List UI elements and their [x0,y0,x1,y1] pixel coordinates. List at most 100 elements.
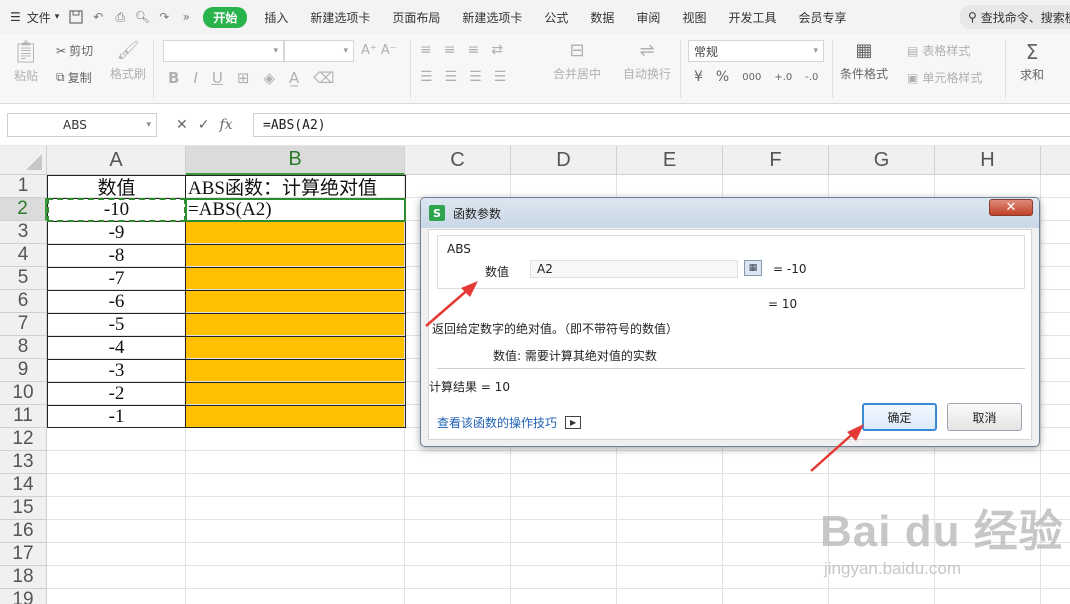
cancel-button[interactable]: 取消 [947,403,1022,431]
row-header-9[interactable]: 9 [0,359,47,382]
name-box[interactable]: ABS ▾ [7,113,157,137]
command-search[interactable]: ⚲ 查找命令、搜索模板 [960,5,1070,29]
tab-developer[interactable]: 开发工具 [717,9,787,26]
cell-a10[interactable]: -2 [48,382,185,405]
cell-a9[interactable]: -3 [48,359,185,382]
header-cell-a1[interactable]: 数值 [48,175,185,198]
range-select-button[interactable]: ▦ [744,260,762,276]
decrease-decimal-icon[interactable]: -.0 [805,72,818,83]
table-style-button[interactable]: ▤ 表格样式 [907,42,970,59]
sum-button[interactable]: Σ 求和 [1020,40,1044,83]
copy-button[interactable]: ⧉ 复制 [56,69,92,86]
row-header-11[interactable]: 11 [0,405,47,428]
file-menu[interactable]: ☰ 文件 ▾ [0,9,65,26]
align-center-icon[interactable]: ☰ [445,69,458,85]
number-format-select[interactable]: 常规 ▾ [688,40,824,62]
paste-button[interactable]: 📋︎ 粘贴 [12,40,40,84]
orientation-icon[interactable]: ⇄ [491,42,503,58]
row-header-8[interactable]: 8 [0,336,47,359]
tab-formulas[interactable]: 公式 [533,9,579,26]
row-header-5[interactable]: 5 [0,267,47,290]
fill-color-icon[interactable]: ◈ [263,69,275,87]
confirm-icon[interactable]: ✓ [198,117,210,133]
row-header-1[interactable]: 1 [0,175,47,198]
cell-style-button[interactable]: ▣ 单元格样式 [907,69,982,86]
underline-button[interactable]: U [212,69,223,87]
cut-button[interactable]: ✂ 剪切 [56,42,93,59]
row-header-12[interactable]: 12 [0,428,47,451]
border-icon[interactable]: ⊞ [237,69,250,87]
row-header-7[interactable]: 7 [0,313,47,336]
cancel-icon[interactable]: ✕ [176,117,188,133]
column-header-partial[interactable] [1041,146,1070,175]
column-header-c[interactable]: C [405,146,511,175]
preview-icon[interactable]: 🔍︎ [133,8,151,26]
print-icon[interactable]: ⎙ [111,8,129,26]
argument-input[interactable]: A2 [530,260,738,278]
tab-new-1[interactable]: 新建选项卡 [299,9,381,26]
cell-a2[interactable]: -10 [48,198,185,221]
column-header-e[interactable]: E [617,146,723,175]
formula-input[interactable]: =ABS(A2) [253,113,1070,137]
row-header-16[interactable]: 16 [0,520,47,543]
column-header-f[interactable]: F [723,146,829,175]
align-top-icon[interactable]: ≡ [420,42,432,58]
align-bottom-icon[interactable]: ≡ [467,42,479,58]
currency-button[interactable]: ¥ [694,69,703,85]
increase-decimal-icon[interactable]: +.0 [774,72,792,83]
tab-home[interactable]: 开始 [203,6,248,28]
cell-a6[interactable]: -6 [48,290,185,313]
row-header-14[interactable]: 14 [0,474,47,497]
font-grow-icon[interactable]: A⁺ A⁻ [361,43,397,58]
align-right-icon[interactable]: ☰ [469,69,482,85]
column-header-a[interactable]: A [47,146,186,175]
font-size-select[interactable]: ▾ [284,40,354,62]
tab-review[interactable]: 审阅 [625,9,671,26]
cell-a11[interactable]: -1 [48,405,185,428]
tab-page-layout[interactable]: 页面布局 [381,9,451,26]
row-header-2[interactable]: 2 [0,198,47,221]
tab-insert[interactable]: 插入 [253,9,299,26]
thousands-icon[interactable]: 000 [742,72,761,83]
row-header-17[interactable]: 17 [0,543,47,566]
tab-member[interactable]: 会员专享 [787,9,857,26]
merge-center-button[interactable]: ⊟ 合并居中 [553,40,601,82]
cell-a7[interactable]: -5 [48,313,185,336]
column-header-g[interactable]: G [829,146,935,175]
cell-b2[interactable]: =ABS(A2) [188,198,404,221]
column-header-h[interactable]: H [935,146,1041,175]
help-link[interactable]: 查看该函数的操作技巧 ▶ [437,414,582,431]
dialog-titlebar[interactable]: S 函数参数 ✕ [421,198,1039,228]
italic-button[interactable]: I [193,69,197,87]
row-header-13[interactable]: 13 [0,451,47,474]
align-middle-icon[interactable]: ≡ [444,42,456,58]
close-button[interactable]: ✕ [989,199,1033,216]
tab-data[interactable]: 数据 [579,9,625,26]
row-header-6[interactable]: 6 [0,290,47,313]
row-header-10[interactable]: 10 [0,382,47,405]
conditional-format-button[interactable]: ▦ 条件格式 [840,40,888,82]
tab-new-2[interactable]: 新建选项卡 [451,9,533,26]
column-header-b[interactable]: B [186,146,405,175]
select-all-corner[interactable] [0,146,47,175]
undo-icon[interactable]: ↶ [89,8,107,26]
highlighted-range[interactable] [186,221,405,428]
cell-a3[interactable]: -9 [48,221,185,244]
font-name-select[interactable]: ▾ [163,40,284,62]
cell-a8[interactable]: -4 [48,336,185,359]
tab-view[interactable]: 视图 [671,9,717,26]
row-header-19[interactable]: 19 [0,589,47,604]
format-painter-button[interactable]: 🖌︎ 格式刷 [110,40,146,82]
more-icon[interactable]: » [177,8,195,26]
percent-button[interactable]: % [716,69,729,85]
column-header-d[interactable]: D [511,146,617,175]
row-header-18[interactable]: 18 [0,566,47,589]
row-header-15[interactable]: 15 [0,497,47,520]
wrap-text-button[interactable]: ⇌ 自动换行 [623,40,671,82]
font-color-icon[interactable]: A̲ [289,69,299,87]
justify-icon[interactable]: ☰ [494,69,507,85]
fx-icon[interactable]: fx [219,117,232,133]
align-left-icon[interactable]: ☰ [420,69,433,85]
clear-icon[interactable]: ⌫ [313,69,334,87]
bold-button[interactable]: B [168,69,179,87]
